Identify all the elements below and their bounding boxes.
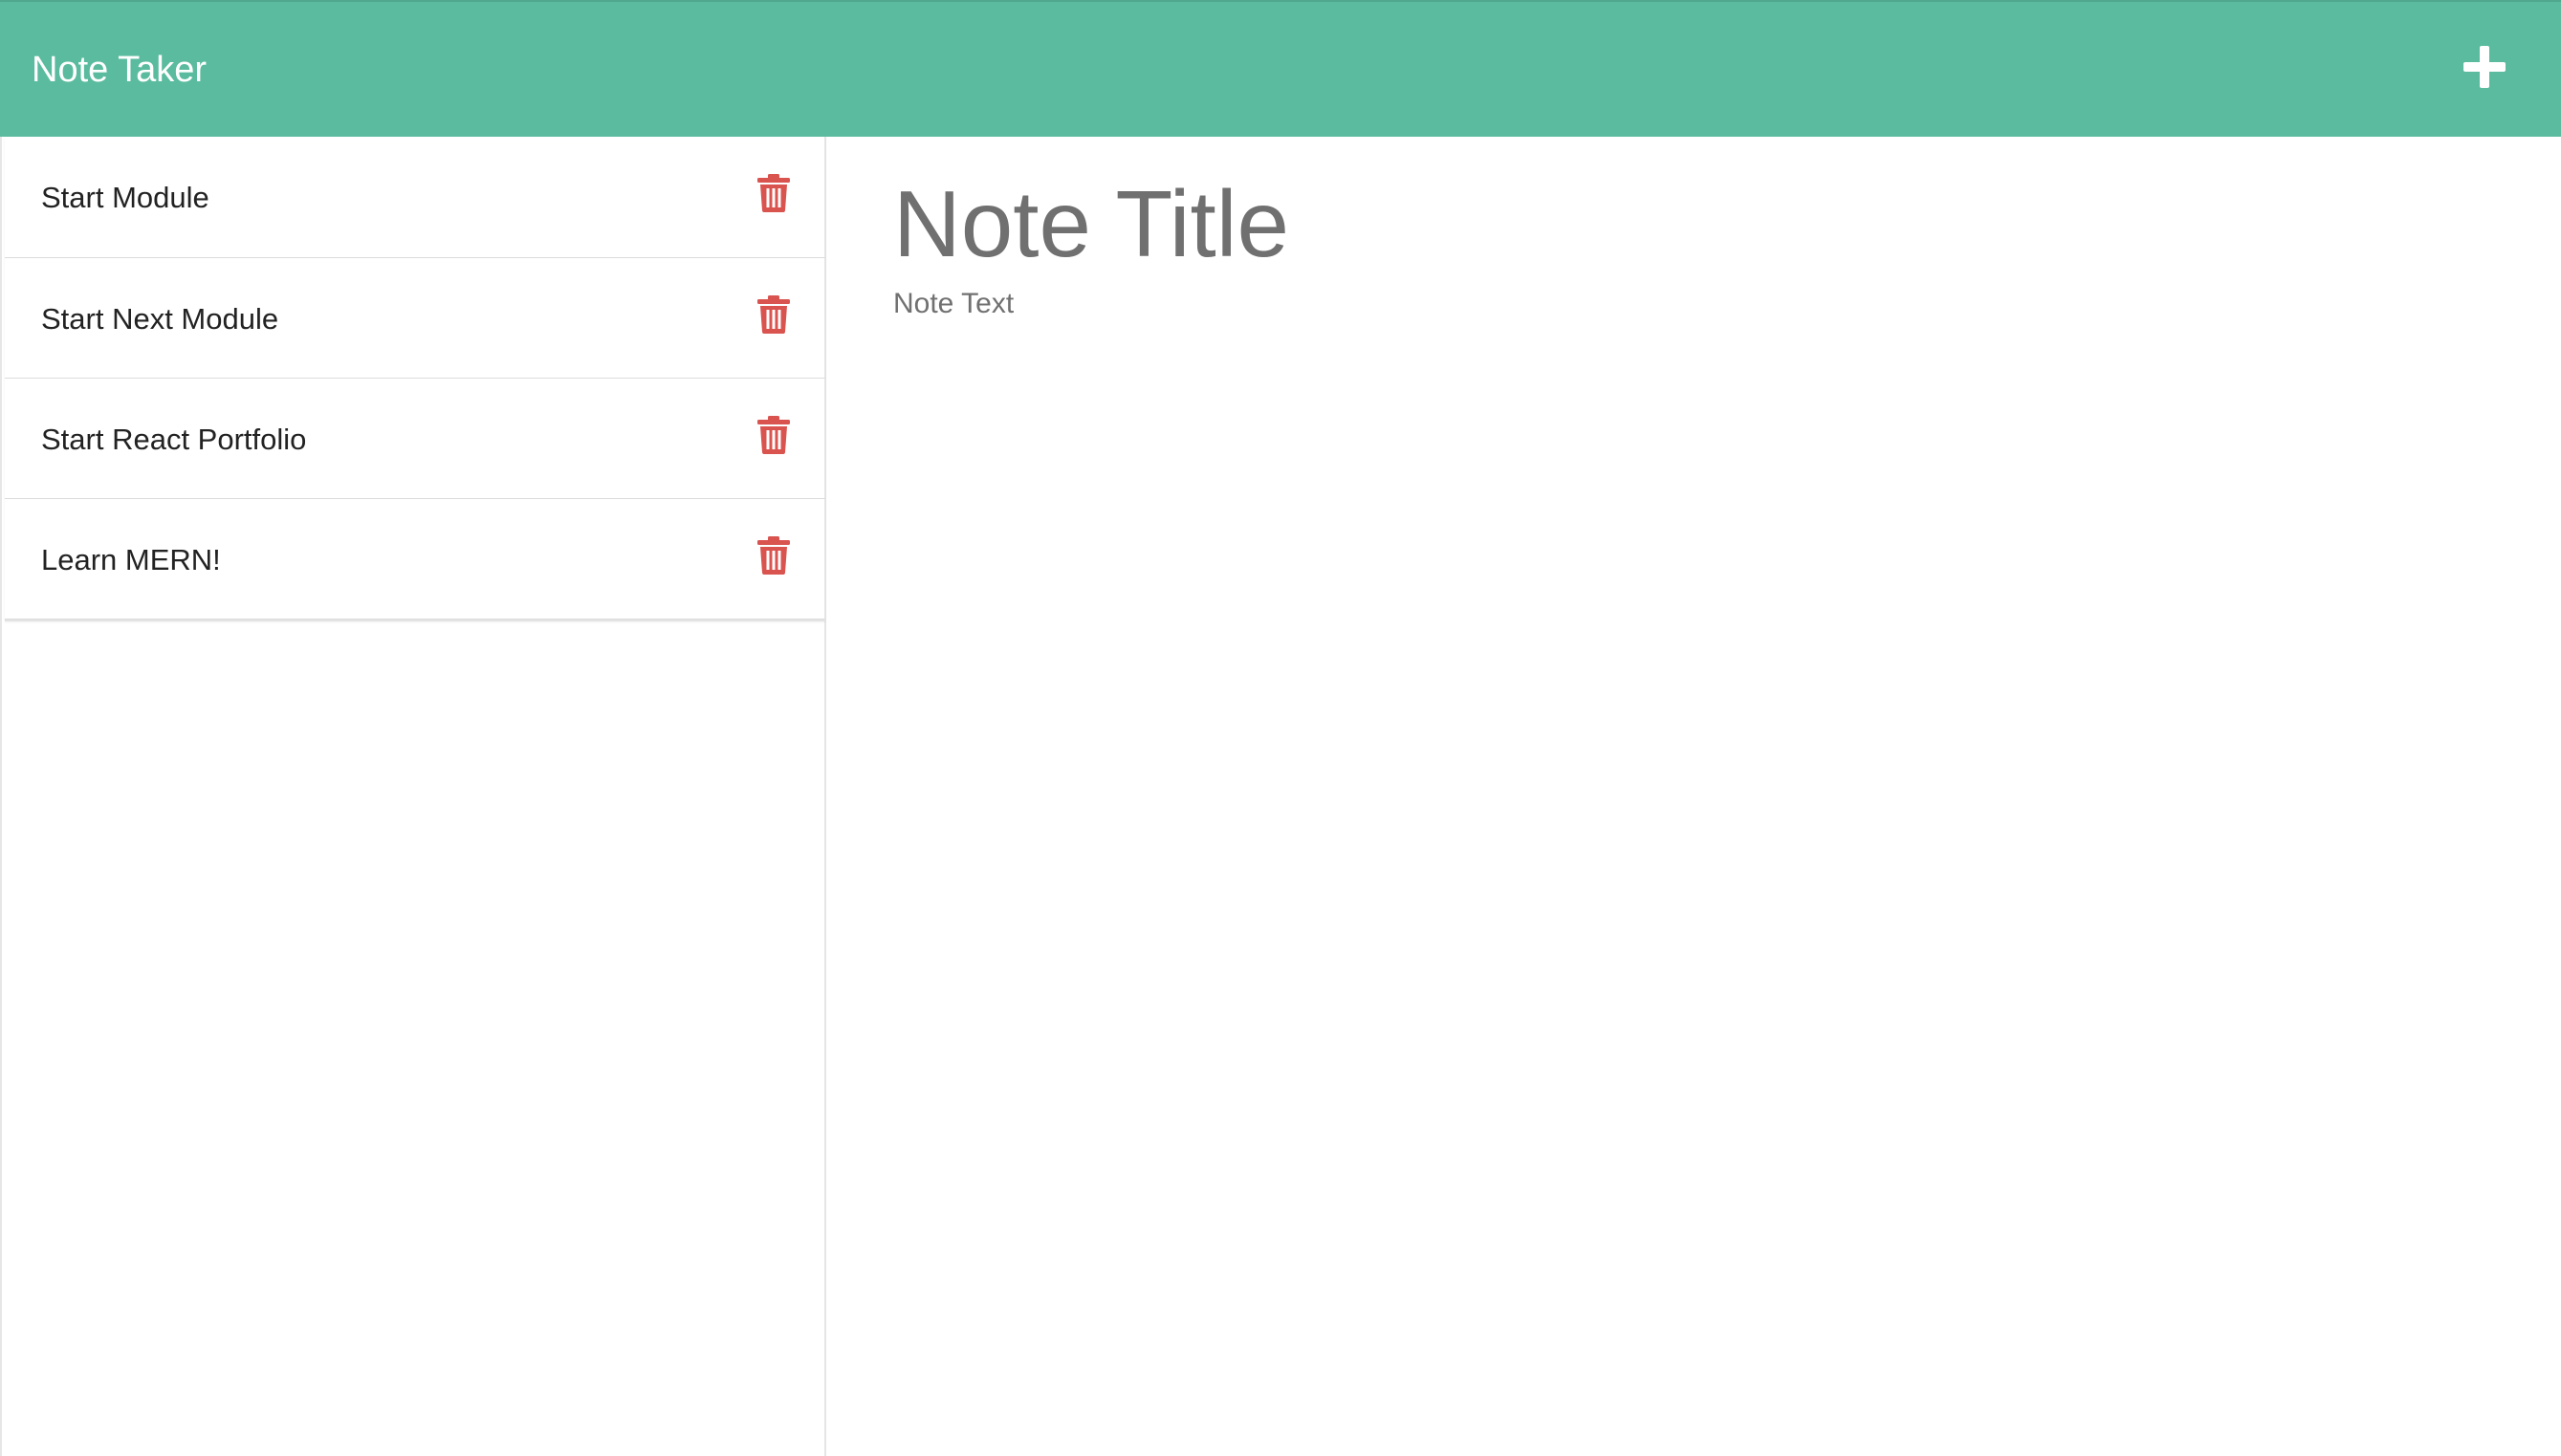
new-note-button[interactable] bbox=[2458, 40, 2511, 94]
note-editor bbox=[828, 137, 2561, 1456]
note-list-item[interactable]: Learn MERN! bbox=[5, 498, 825, 619]
trash-icon bbox=[757, 536, 790, 575]
note-list-item[interactable]: Start Module bbox=[5, 137, 825, 258]
delete-note-button[interactable] bbox=[757, 295, 790, 334]
delete-note-button[interactable] bbox=[757, 416, 790, 454]
note-list-item[interactable]: Start React Portfolio bbox=[5, 378, 825, 499]
delete-note-button[interactable] bbox=[757, 536, 790, 575]
note-text-input[interactable] bbox=[887, 288, 2513, 1244]
trash-icon bbox=[757, 295, 790, 334]
navbar: Note Taker bbox=[0, 0, 2561, 137]
note-list-sidebar: Start Module Start Next Module Start Rea… bbox=[0, 137, 826, 1456]
trash-icon bbox=[757, 174, 790, 212]
note-item-title[interactable]: Start Next Module bbox=[41, 258, 278, 380]
note-item-title[interactable]: Start Module bbox=[41, 137, 209, 258]
plus-icon bbox=[2463, 46, 2506, 88]
note-list-item[interactable]: Start Next Module bbox=[5, 257, 825, 379]
delete-note-button[interactable] bbox=[757, 174, 790, 212]
note-item-title[interactable]: Start React Portfolio bbox=[41, 379, 306, 500]
note-item-title[interactable]: Learn MERN! bbox=[41, 499, 221, 620]
note-list: Start Module Start Next Module Start Rea… bbox=[5, 137, 825, 621]
note-title-input[interactable] bbox=[887, 162, 2513, 286]
trash-icon bbox=[757, 416, 790, 454]
brand-title[interactable]: Note Taker bbox=[32, 44, 207, 96]
